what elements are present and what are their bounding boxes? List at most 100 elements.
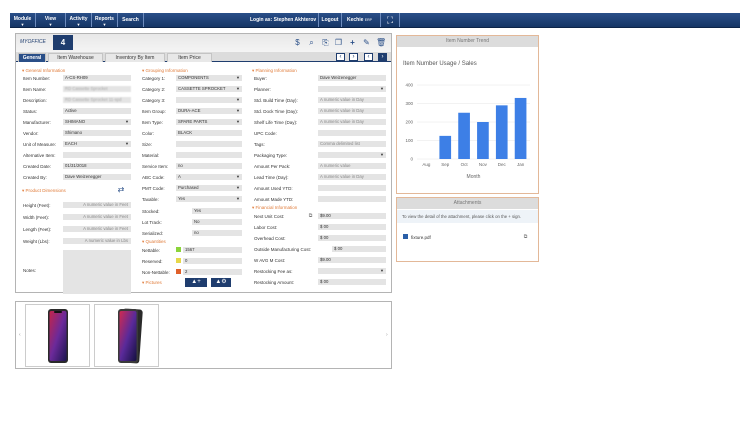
taxable-select[interactable]: Yes ▼	[176, 196, 242, 202]
y-tick-label: 300	[405, 101, 413, 106]
copy-icon[interactable]: ❐	[334, 38, 343, 47]
restocking-fee-select[interactable]: ▼	[318, 268, 386, 274]
section-general: ▾ General Information	[22, 68, 66, 73]
add-picture-button[interactable]: ▲+	[185, 278, 207, 287]
overhead-cost-field[interactable]: $ 00	[318, 235, 386, 241]
dollar-icon[interactable]: $	[293, 38, 302, 47]
x-tick-label: Nov	[479, 162, 488, 167]
shelf-life-field[interactable]: A numeric value in Day	[318, 119, 386, 125]
unit-of-measure-select[interactable]: EACH ▼	[63, 141, 131, 147]
amount-per-pack-field[interactable]: A numeric value	[318, 163, 386, 169]
material-field[interactable]	[176, 152, 242, 158]
width-field[interactable]: A numeric value in Feet	[63, 214, 131, 220]
item-number-field[interactable]: A-CS-RH09	[63, 75, 131, 81]
chevron-down-icon: ▼	[236, 185, 240, 190]
category3-select[interactable]: ▼	[176, 97, 242, 103]
gear-icon: ⚙	[221, 279, 227, 285]
attachment-file-link[interactable]: fixture.pdf	[411, 235, 431, 240]
item-type-select[interactable]: SPARE PARTS ▼	[176, 119, 242, 125]
nav-reports[interactable]: Reports ▼	[92, 13, 118, 27]
tab-inventory-by-item[interactable]: Inventory By Item	[105, 53, 165, 62]
length-field[interactable]: A numeric value in Feet	[63, 226, 131, 232]
edit-icon[interactable]: ✎	[362, 38, 371, 47]
x-tick-label: Oct	[461, 162, 469, 167]
description-field[interactable]: RD Cassette Sprocket 11-spd	[63, 97, 131, 103]
product-thumbnail[interactable]	[94, 304, 159, 367]
paperclip-icon[interactable]: ⎘	[321, 38, 330, 47]
next-tab-icon[interactable]: ›	[349, 53, 358, 61]
non-nettable-value: 2	[183, 269, 242, 275]
field-label: Material:	[142, 153, 160, 158]
size-field[interactable]	[176, 141, 242, 147]
item-group-value: DURA-ACE	[178, 108, 201, 113]
chevron-left-icon[interactable]: ‹	[19, 332, 21, 338]
chevron-right-icon[interactable]: ›	[386, 332, 388, 338]
status-field[interactable]: Active	[63, 108, 131, 114]
nav-activity[interactable]: Activity ▼	[66, 13, 92, 27]
category2-select[interactable]: CASSETTE SPROCKET ▼	[176, 86, 242, 92]
tags-field[interactable]: Comma delimited list	[318, 141, 386, 147]
vendor-field[interactable]: Shimano	[63, 130, 131, 136]
created-date-field: 01/31/2018	[63, 163, 131, 169]
field-label: Created Date:	[23, 164, 52, 169]
top-nav-bar: Module ▼ View ▼ Activity ▼ Reports ▼ Search …	[10, 13, 740, 28]
add-icon[interactable]: +	[348, 38, 357, 47]
tab-item-price[interactable]: Item Price	[167, 53, 212, 62]
trash-icon[interactable]: 🗑	[376, 38, 386, 47]
nav-view[interactable]: View ▼	[36, 13, 66, 27]
labor-cost-field[interactable]: $ 00	[318, 224, 386, 230]
buyer-field[interactable]: Dave Weizenegger	[318, 75, 386, 81]
picture-settings-button[interactable]: ▲⚙	[211, 278, 231, 287]
item-group-select[interactable]: DURA-ACE ▼	[176, 108, 242, 114]
notes-textarea[interactable]	[63, 250, 131, 294]
manufacturer-value: SHIMANO	[65, 119, 86, 124]
next-record-icon[interactable]: ›	[378, 53, 387, 61]
external-link-icon[interactable]: ⧉	[521, 233, 530, 242]
previous-record-icon[interactable]: ‹	[364, 53, 373, 61]
product-thumbnail[interactable]	[25, 304, 90, 367]
fullscreen-icon[interactable]: ⛶	[380, 13, 400, 27]
alternative-item-field[interactable]	[63, 152, 131, 158]
attachments-header: Attachments	[397, 198, 538, 209]
dock-time-field[interactable]: A numeric value in Day	[318, 108, 386, 114]
manufacturer-select[interactable]: SHIMANO ▼	[63, 119, 131, 125]
field-label: Taxable:	[142, 197, 159, 202]
category1-select[interactable]: COMPONENTS ▼	[176, 75, 242, 81]
planner-select[interactable]: ▼	[318, 86, 386, 92]
search-icon[interactable]: ⌕	[307, 38, 316, 47]
chevron-down-icon: ▼	[236, 97, 240, 102]
field-label: Color:	[142, 131, 155, 136]
upc-code-field[interactable]	[318, 130, 386, 136]
packaging-type-select[interactable]: ▼	[318, 152, 386, 158]
field-label: Item Number:	[23, 76, 51, 81]
pmt-code-value: Purchased	[178, 185, 199, 190]
company-name: Kechie ERP	[347, 17, 372, 23]
tab-item-warehouse[interactable]: Item Warehouse	[48, 53, 103, 62]
build-time-field[interactable]: A numeric value in Day	[318, 97, 386, 103]
item-name-field[interactable]: RD Cassette Sprocket	[63, 86, 131, 92]
previous-tab-icon[interactable]: ‹	[336, 53, 345, 61]
tab-general[interactable]: General	[18, 53, 46, 62]
lead-time-field[interactable]: A numeric value in Day	[318, 174, 386, 180]
abc-code-select[interactable]: A ▼	[176, 174, 242, 180]
nav-search[interactable]: Search	[118, 13, 144, 27]
weight-field[interactable]: A numeric value in Lbs	[63, 238, 131, 244]
login-status: Login as: Stephen Akhterov	[250, 17, 317, 23]
height-field[interactable]: A numeric value in Feet	[63, 202, 131, 208]
field-label: UPC Code:	[254, 131, 277, 136]
swap-units-icon[interactable]: ⇄	[115, 185, 127, 194]
nav-module[interactable]: Module ▼	[10, 13, 36, 27]
serialized-field[interactable]: no	[192, 230, 242, 236]
lot-track-field[interactable]: No	[192, 219, 242, 225]
attachments-info: To view the detail of the attachment, pl…	[397, 210, 538, 223]
external-link-icon[interactable]: ⧉	[306, 212, 315, 221]
next-unit-cost-field[interactable]: $9.00	[318, 213, 386, 219]
pmt-code-select[interactable]: Purchased ▼	[176, 185, 242, 191]
service-item-field[interactable]: no	[176, 163, 242, 169]
outside-mfg-cost-field[interactable]: $ 00	[332, 246, 386, 252]
restocking-amount-field[interactable]: $ 00	[318, 279, 386, 285]
logout-button[interactable]: Logout	[318, 13, 342, 27]
field-label: Category 2:	[142, 87, 166, 92]
stocked-field[interactable]: Yes	[192, 208, 242, 214]
color-field[interactable]: BLACK	[176, 130, 242, 136]
